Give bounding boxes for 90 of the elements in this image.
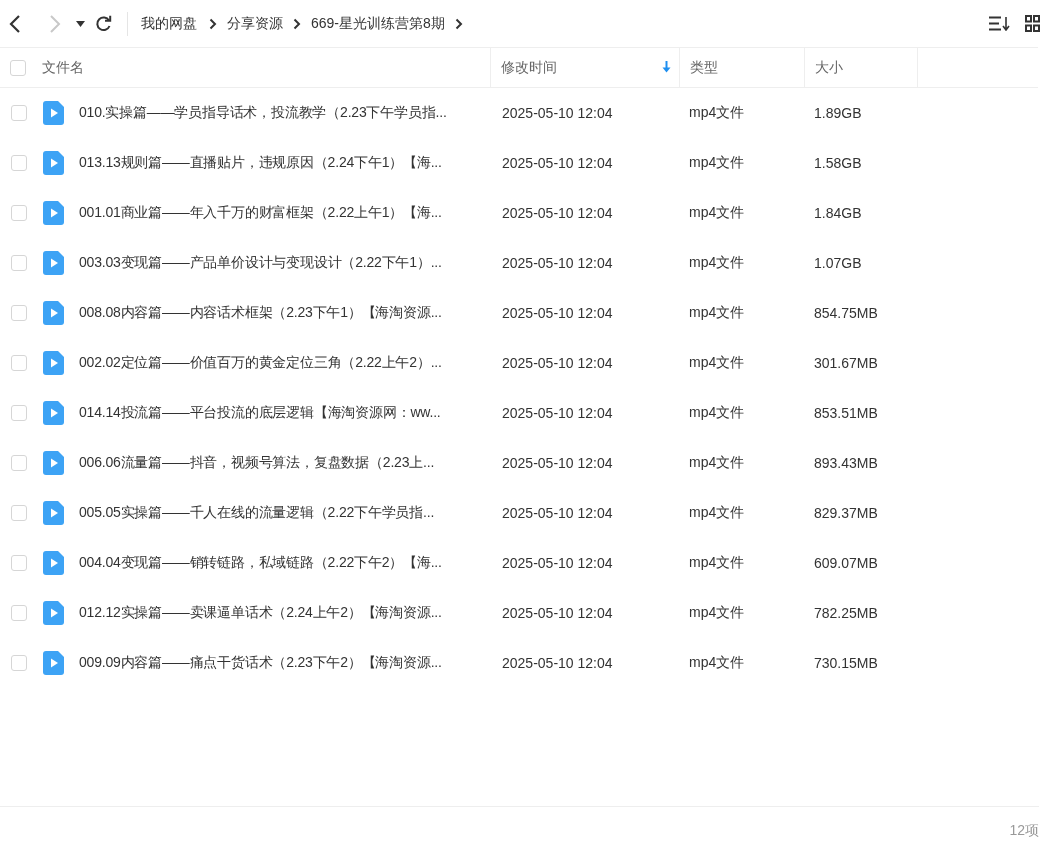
file-name[interactable]: 006.06流量篇——抖音，视频号算法，复盘数据（2.23上... — [79, 454, 435, 472]
video-file-icon — [43, 351, 64, 375]
refresh-icon[interactable] — [95, 15, 112, 32]
file-type: mp4文件 — [689, 104, 745, 122]
breadcrumb-item[interactable]: 我的网盘 — [141, 14, 197, 33]
video-file-icon — [43, 601, 64, 625]
file-name[interactable]: 010.实操篇——学员指导话术，投流教学（2.23下午学员指... — [79, 104, 447, 122]
grid-view-icon[interactable] — [1025, 15, 1040, 32]
modified-time: 2025-05-10 12:04 — [502, 655, 613, 671]
modified-time: 2025-05-10 12:04 — [502, 505, 613, 521]
file-size: 1.07GB — [814, 255, 862, 271]
checkbox[interactable] — [11, 155, 27, 171]
sort-icon[interactable] — [989, 16, 1010, 31]
chevron-icon — [293, 17, 301, 30]
video-file-icon — [43, 251, 64, 275]
video-file-icon — [43, 651, 64, 675]
modified-time: 2025-05-10 12:04 — [502, 555, 613, 571]
column-header[interactable]: 文件名 — [42, 58, 84, 77]
video-file-icon — [43, 151, 64, 175]
file-size: 829.37MB — [814, 505, 878, 521]
file-name[interactable]: 005.05实操篇——千人在线的流量逻辑（2.22下午学员指... — [79, 504, 435, 522]
file-size: 854.75MB — [814, 305, 878, 321]
modified-time: 2025-05-10 12:04 — [502, 255, 613, 271]
checkbox[interactable] — [10, 59, 26, 76]
dropdown-icon[interactable] — [75, 20, 85, 27]
video-file-icon — [43, 451, 64, 475]
file-name[interactable]: 001.01商业篇——年入千万的财富框架（2.22上午1）【海... — [79, 204, 442, 222]
video-file-icon — [43, 501, 64, 525]
sort-descending-icon[interactable] — [662, 61, 671, 73]
file-type: mp4文件 — [689, 454, 745, 472]
checkbox[interactable] — [11, 255, 27, 271]
modified-time: 2025-05-10 12:04 — [502, 355, 613, 371]
chevron-icon — [209, 17, 217, 30]
file-size: 301.67MB — [814, 355, 878, 371]
file-type: mp4文件 — [689, 304, 745, 322]
video-file-icon — [43, 301, 64, 325]
file-type: mp4文件 — [689, 554, 745, 572]
item-count: 12项 — [1009, 822, 1039, 840]
breadcrumb-item[interactable]: 669-星光训练营第8期 — [311, 14, 445, 33]
file-size: 853.51MB — [814, 405, 878, 421]
file-size: 1.84GB — [814, 205, 862, 221]
video-file-icon — [43, 201, 64, 225]
file-type: mp4文件 — [689, 604, 745, 622]
modified-time: 2025-05-10 12:04 — [502, 455, 613, 471]
file-size: 893.43MB — [814, 455, 878, 471]
modified-time: 2025-05-10 12:04 — [502, 305, 613, 321]
file-name[interactable]: 004.04变现篇——销转链路，私域链路（2.22下午2）【海... — [79, 554, 442, 572]
file-type: mp4文件 — [689, 504, 745, 522]
file-type: mp4文件 — [689, 254, 745, 272]
file-type: mp4文件 — [689, 204, 745, 222]
checkbox[interactable] — [11, 605, 27, 621]
file-name[interactable]: 013.13规则篇——直播贴片，违规原因（2.24下午1）【海... — [79, 154, 442, 172]
file-name[interactable]: 003.03变现篇——产品单价设计与变现设计（2.22下午1）... — [79, 254, 442, 272]
checkbox[interactable] — [11, 555, 27, 571]
checkbox[interactable] — [11, 655, 27, 671]
column-header[interactable]: 类型 — [690, 58, 718, 77]
modified-time: 2025-05-10 12:04 — [502, 155, 613, 171]
modified-time: 2025-05-10 12:04 — [502, 205, 613, 221]
file-name[interactable]: 008.08内容篇——内容话术框架（2.23下午1）【海淘资源... — [79, 304, 442, 322]
checkbox[interactable] — [11, 505, 27, 521]
breadcrumb-item[interactable]: 分享资源 — [227, 14, 283, 33]
column-header[interactable]: 大小 — [815, 58, 843, 77]
file-name[interactable]: 014.14投流篇——平台投流的底层逻辑【海淘资源网：ww... — [79, 404, 441, 422]
file-type: mp4文件 — [689, 354, 745, 372]
back-icon[interactable] — [8, 13, 22, 34]
file-name[interactable]: 012.12实操篇——卖课逼单话术（2.24上午2）【海淘资源... — [79, 604, 442, 622]
checkbox[interactable] — [11, 105, 27, 121]
file-type: mp4文件 — [689, 404, 745, 422]
checkbox[interactable] — [11, 305, 27, 321]
file-size: 730.15MB — [814, 655, 878, 671]
file-type: mp4文件 — [689, 654, 745, 672]
modified-time: 2025-05-10 12:04 — [502, 405, 613, 421]
video-file-icon — [43, 551, 64, 575]
checkbox[interactable] — [11, 205, 27, 221]
chevron-icon — [454, 17, 463, 30]
checkbox[interactable] — [11, 455, 27, 471]
checkbox[interactable] — [11, 355, 27, 371]
file-type: mp4文件 — [689, 154, 745, 172]
modified-time: 2025-05-10 12:04 — [502, 605, 613, 621]
checkbox[interactable] — [11, 405, 27, 421]
file-size: 609.07MB — [814, 555, 878, 571]
video-file-icon — [43, 401, 64, 425]
file-name[interactable]: 009.09内容篇——痛点干货话术（2.23下午2）【海淘资源... — [79, 654, 442, 672]
file-name[interactable]: 002.02定位篇——价值百万的黄金定位三角（2.22上午2）... — [79, 354, 442, 372]
column-header[interactable]: 修改时间 — [501, 58, 557, 77]
file-size: 1.58GB — [814, 155, 862, 171]
modified-time: 2025-05-10 12:04 — [502, 105, 613, 121]
video-file-icon — [43, 101, 64, 125]
file-size: 782.25MB — [814, 605, 878, 621]
file-size: 1.89GB — [814, 105, 862, 121]
